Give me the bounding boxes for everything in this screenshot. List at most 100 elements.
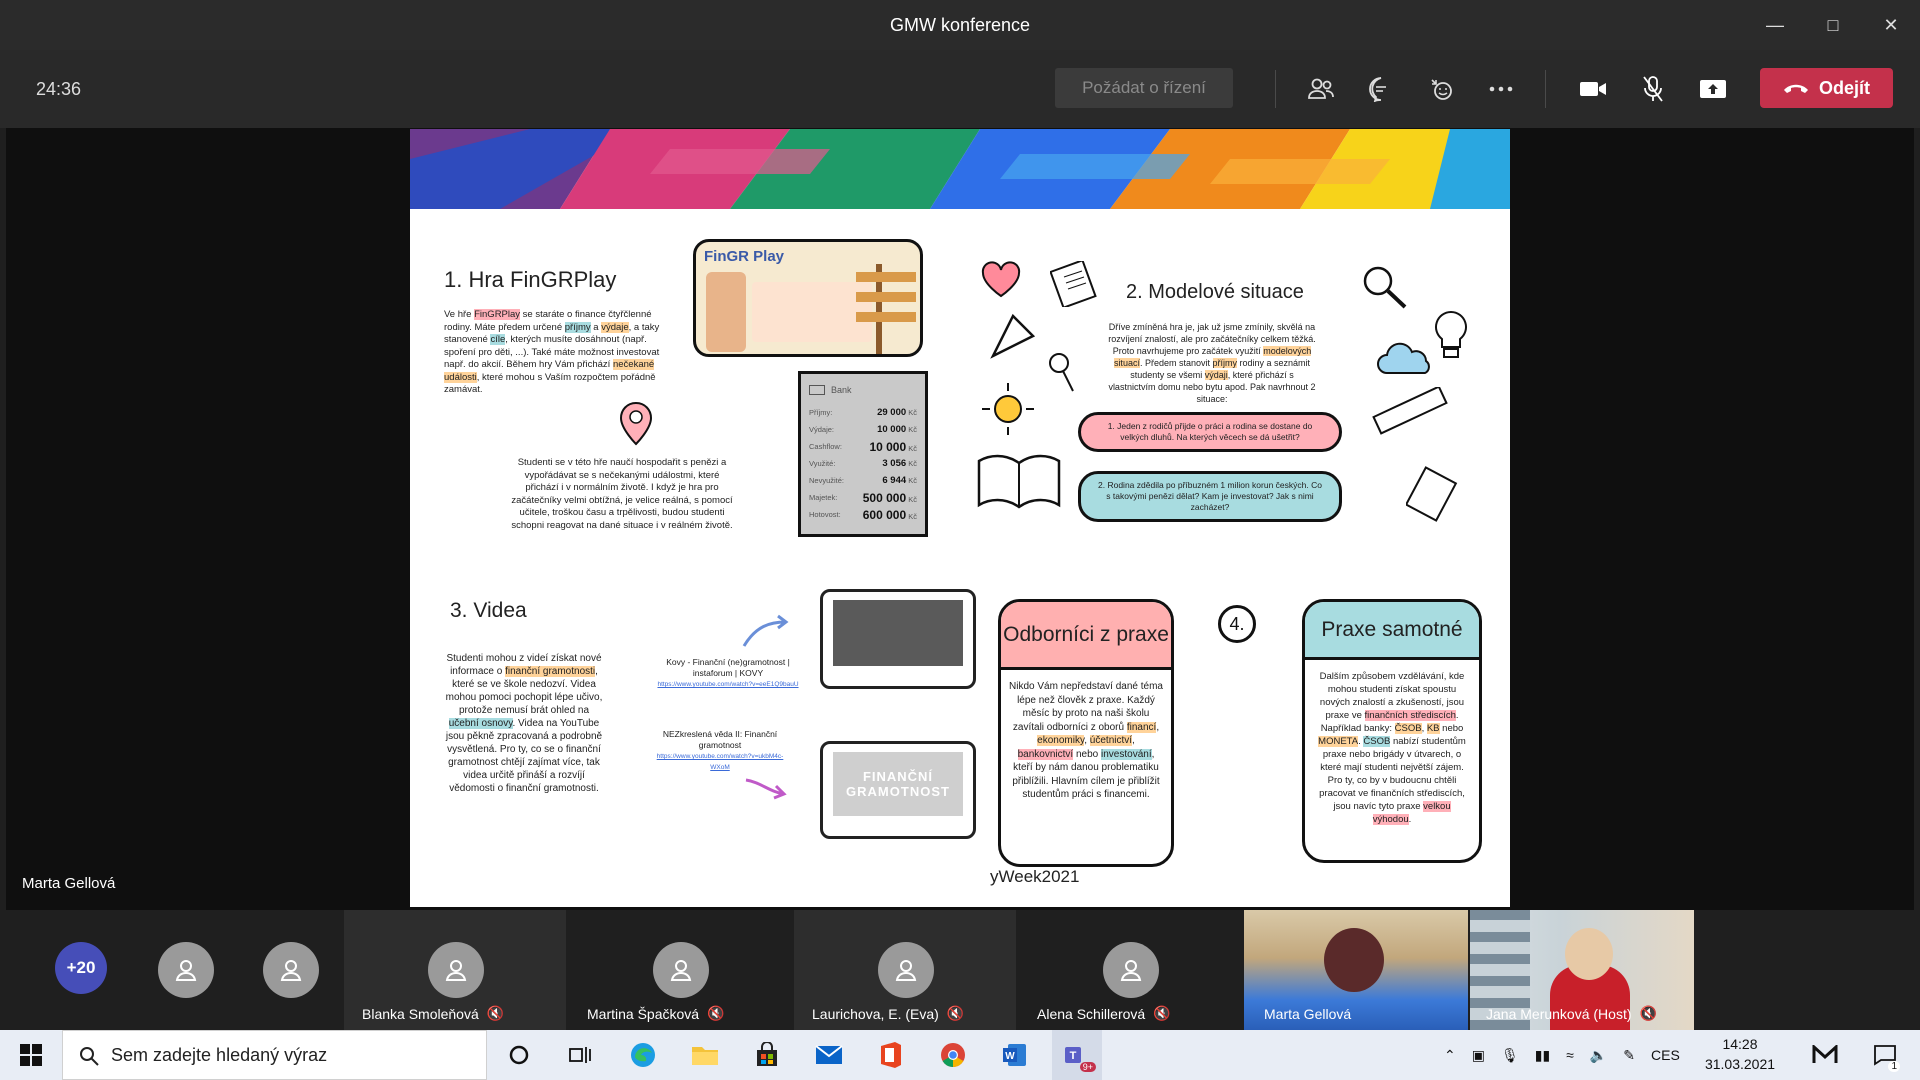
toolbar-divider [1545,70,1546,108]
leave-button[interactable]: Odejít [1760,68,1893,108]
fingrplay-game-image: FinGR Play [693,239,923,357]
more-options-icon[interactable] [1484,72,1518,106]
practice-card: Praxe samotné Dalším způsobem vzdělávání… [1302,599,1482,863]
shared-slide: 1. Hra FinGRPlay Ve hře FinGRPlay se sta… [410,129,1510,907]
arrow-icon [745,778,787,800]
mic-muted-icon: 🔇 [1639,1005,1657,1021]
chat-icon[interactable] [1364,72,1398,106]
volume-icon[interactable]: 🔈 [1590,1047,1607,1064]
search-placeholder: Sem zadejte hledaný výraz [111,1044,328,1065]
teams-icon[interactable]: T 9+ [1052,1030,1102,1080]
avatar[interactable] [263,942,319,998]
participant-name: Martina Špačková [587,1005,700,1022]
bank-row: Výdaje: 10 000 Kč [809,424,917,435]
edge-icon[interactable] [618,1030,668,1080]
clock[interactable]: 14:28 31.03.2021 [1700,1034,1780,1074]
participant-name: Marta Gellová [1264,1006,1352,1022]
game-sign-board [856,292,916,302]
bank-panel: Bank Příjmy: 29 000 Kč Výdaje: 10 000 Kč C… [798,371,928,537]
maximize-icon[interactable]: □ [1804,0,1862,50]
participant-tile[interactable]: Laurichova, E. (Eva) 🔇 [794,910,1016,1030]
store-icon[interactable] [742,1030,792,1080]
close-icon[interactable]: ✕ [1862,0,1920,50]
toolbar-divider [1275,70,1276,108]
section1-heading: 1. Hra FinGRPlay [444,267,617,292]
reactions-icon[interactable] [1424,72,1458,106]
participant-name: Jana Merunková (Host) [1486,1005,1632,1022]
windows-start-icon[interactable] [6,1030,56,1080]
leave-label: Odejít [1818,77,1870,98]
participant-name: Alena Schillerová [1037,1005,1146,1022]
section2-heading: 2. Modelové situace [1126,281,1304,303]
slide-color-banner [410,129,1510,209]
mic-muted-icon: 🔇 [946,1005,965,1021]
game-logo: FinGR Play [704,248,785,265]
section1-summary: Studenti se v této hře naučí hospodařit … [511,457,733,531]
video1-caption: Kovy - Finanční (ne)gramotnost | instafo… [648,657,808,690]
section1-intro: Ve hře FinGRPlay se staráte o finance čt… [444,309,660,395]
avatar [1103,942,1159,998]
microphone-icon[interactable]: 🎙 [1501,1047,1519,1064]
participant-video-tile[interactable]: Marta Gellová [1244,910,1468,1030]
chrome-icon[interactable] [928,1030,978,1080]
section3-text: Studenti mohou z videí získat nové infor… [445,653,603,794]
game-sign-board [856,272,916,282]
task-view-icon[interactable] [555,1030,605,1080]
title-bar: GMW konference — □ ✕ [0,0,1920,50]
more-participants-button[interactable]: +20 [55,942,107,994]
svg-text:T: T [1070,1050,1077,1062]
bank-row: Hotovost: 600 000 Kč [809,507,917,522]
situation-2-card: 2. Rodina zdědila po příbuzném 1 milion … [1078,471,1342,522]
video-person [1324,928,1384,992]
experts-card: Odborníci z praxe Nikdo Vám nepředstaví … [998,599,1174,867]
mail-icon[interactable] [804,1030,854,1080]
camera-icon[interactable] [1576,72,1610,106]
phone-hangup-icon [1783,84,1808,93]
notifications-icon[interactable]: 1 [1860,1030,1910,1080]
avatar [653,942,709,998]
participant-video-tile[interactable]: Jana Merunková (Host) 🔇 [1470,910,1694,1030]
participant-tile[interactable]: Blanka Smoleňová 🔇 [344,910,566,1030]
microphone-muted-icon[interactable] [1636,72,1670,106]
request-control-button[interactable]: Požádat o řízení [1055,68,1233,108]
chevron-up-icon[interactable]: ⌃ [1444,1047,1456,1064]
app-logo-icon[interactable] [1800,1030,1850,1080]
word-icon[interactable]: W [990,1030,1040,1080]
cortana-icon[interactable] [494,1030,544,1080]
battery-icon[interactable]: ▮▮ [1535,1047,1550,1064]
wifi-icon[interactable]: ≈ [1566,1047,1574,1063]
minimize-icon[interactable]: — [1746,0,1804,50]
bank-row: Příjmy: 29 000 Kč [809,407,917,418]
participant-tile[interactable]: Martina Špačková 🔇 [569,910,791,1030]
window-title: GMW konference [889,14,1031,35]
video2-thumbnail[interactable]: FINANČNÍ GRAMOTNOST [820,741,976,839]
language-indicator[interactable]: CES [1651,1047,1680,1063]
game-family-figure [706,272,746,352]
pen-icon[interactable]: ✎ [1623,1047,1635,1064]
participant-tile[interactable]: Alena Schillerová 🔇 [1019,910,1241,1030]
person-icon [895,960,917,981]
meet-now-icon[interactable]: ▣ [1472,1047,1485,1064]
open-book-icon [977,454,1061,509]
ruler-icon [1372,387,1448,435]
participants-icon[interactable] [1304,72,1338,106]
section4-badge: 4. [1218,605,1256,643]
game-info-panel [752,282,872,342]
magnifier-icon [1363,266,1407,309]
video1-link[interactable]: https://www.youtube.com/watch?v=eeE1Q9ba… [648,679,808,690]
avatar [428,942,484,998]
file-explorer-icon[interactable] [680,1030,730,1080]
taskbar-search-input[interactable]: Sem zadejte hledaný výraz [62,1030,487,1080]
avatar[interactable] [158,942,214,998]
bank-row: Majetek: 500 000 Kč [809,490,917,505]
bank-row: Nevyužité: 6 944 Kč [809,475,917,486]
video1-thumbnail[interactable] [820,589,976,689]
clock-time: 14:28 [1722,1036,1758,1052]
lightbulb-icon [1435,310,1467,358]
bank-row: Využité: 3 056 Kč [809,458,917,469]
situation-1-card: 1. Jeden z rodičů přijde o práci a rodin… [1078,412,1342,452]
video2-link[interactable]: https://www.youtube.com/watch?v=ukbM4c-W… [650,751,790,773]
share-screen-icon[interactable] [1696,72,1730,106]
participant-name: Laurichova, E. (Eva) [812,1005,939,1022]
office-icon[interactable] [866,1030,916,1080]
